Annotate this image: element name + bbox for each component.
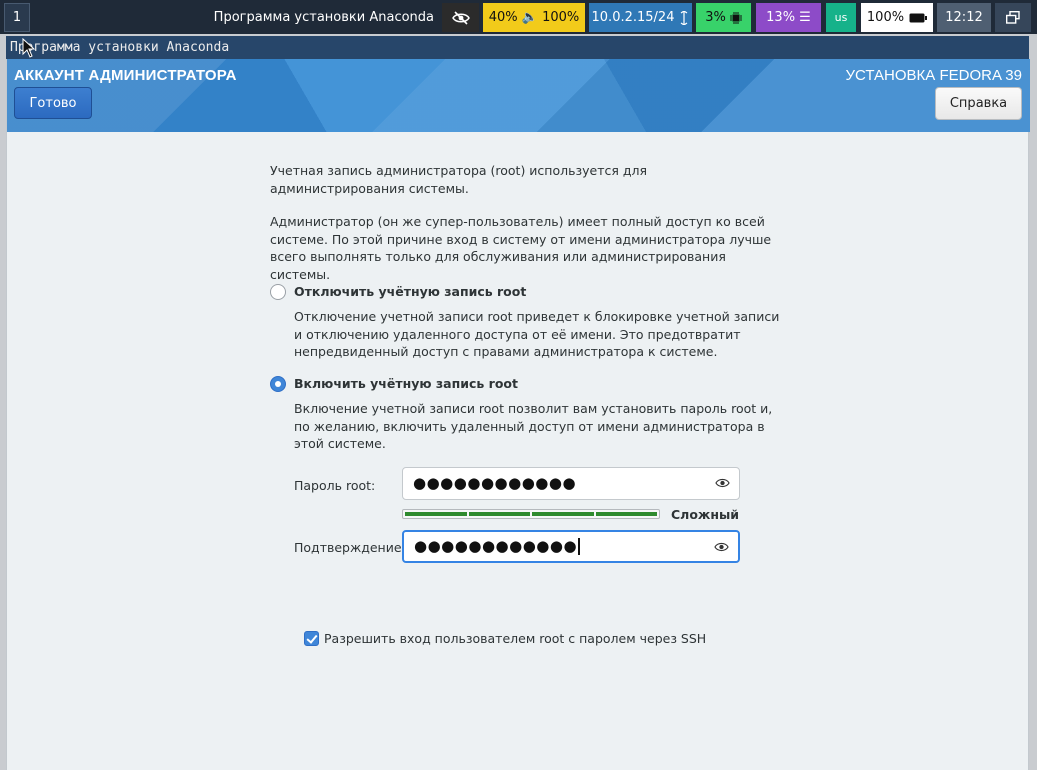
cpu-indicator[interactable]: 3% (696, 3, 751, 32)
text-caret (578, 538, 580, 555)
root-password-label: Пароль root: (294, 478, 376, 493)
network-indicator[interactable]: 10.0.2.15/24 (589, 3, 692, 32)
cpu-usage: 3% (705, 10, 726, 25)
allow-ssh-option[interactable]: Разрешить вход пользователем root с паро… (304, 630, 706, 648)
spoke-header: АККАУНТ АДМИНИСТРАТОРА УСТАНОВКА FEDORA … (7, 59, 1030, 132)
show-password-icon[interactable] (714, 541, 729, 553)
strength-segment (532, 512, 594, 516)
ethernet-icon (681, 10, 688, 25)
window-titlebar[interactable]: Программа установки Anaconda (6, 36, 1029, 59)
show-password-icon[interactable] (715, 477, 730, 489)
battery-indicator[interactable]: 100% (861, 3, 933, 32)
product-title: УСТАНОВКА FEDORA 39 (845, 67, 1022, 84)
window-switcher-button[interactable] (995, 3, 1031, 32)
strength-segment (405, 512, 467, 516)
confirm-password-field[interactable]: ●●●●●●●●●●●● (402, 530, 740, 563)
battery-level: 100% (866, 10, 905, 25)
battery-icon (909, 13, 928, 22)
workspace-button[interactable]: 1 (4, 3, 30, 32)
memory-indicator[interactable]: 13% ☰ (756, 3, 821, 32)
network-address: 10.0.2.15/24 (591, 10, 675, 25)
enable-root-label[interactable]: Включить учётную запись root (294, 375, 518, 393)
strength-segment (595, 512, 657, 516)
root-password-field[interactable]: ●●●●●●●●●●●● (402, 467, 740, 500)
password-strength-label: Сложный (671, 507, 740, 522)
windows-icon (1006, 11, 1020, 24)
disable-root-description: Отключение учетной записи root приведет … (294, 309, 780, 359)
eye-slash-icon (451, 10, 470, 25)
page-title: АККАУНТ АДМИНИСТРАТОРА (14, 67, 237, 84)
focused-window-title: Программа установки Anaconda (213, 10, 434, 25)
done-button[interactable]: Готово (14, 87, 92, 119)
mouse-pointer-icon (22, 38, 36, 58)
strength-segment (468, 512, 530, 516)
enable-root-description: Включение учетной записи root позволит в… (294, 401, 773, 451)
root-password-value: ●●●●●●●●●●●● (413, 473, 577, 492)
disable-root-option[interactable]: Отключить учётную запись root (270, 283, 526, 301)
intro-paragraph-2: Администратор (он же супер-пользователь)… (270, 214, 772, 282)
allow-ssh-checkbox[interactable] (304, 631, 319, 647)
anaconda-window: АККАУНТ АДМИНИСТРАТОРА УСТАНОВКА FEDORA … (6, 59, 1030, 770)
confirm-password-label: Подтверждение: (294, 540, 406, 555)
clock[interactable]: 12:12 (937, 3, 991, 32)
enable-root-option[interactable]: Включить учётную запись root (270, 375, 518, 393)
password-strength-meter (402, 509, 660, 519)
allow-ssh-label[interactable]: Разрешить вход пользователем root с паро… (324, 630, 706, 648)
intro-paragraph-1: Учетная запись администратора (root) исп… (270, 163, 648, 196)
disable-root-radio[interactable] (270, 283, 286, 300)
enable-root-radio[interactable] (270, 375, 286, 392)
audio-indicator[interactable]: 40% 🔈 100% (483, 3, 585, 32)
disable-root-label[interactable]: Отключить учётную запись root (294, 283, 526, 301)
keyboard-layout-indicator[interactable]: us (826, 3, 856, 32)
help-button[interactable]: Справка (935, 87, 1022, 120)
status-bar: 1 Программа установки Anaconda 40% 🔈 100… (0, 0, 1037, 34)
idle-inhibitor-icon[interactable] (442, 3, 479, 32)
cpu-chip-icon (729, 11, 742, 24)
confirm-password-value: ●●●●●●●●●●●● (414, 536, 578, 555)
